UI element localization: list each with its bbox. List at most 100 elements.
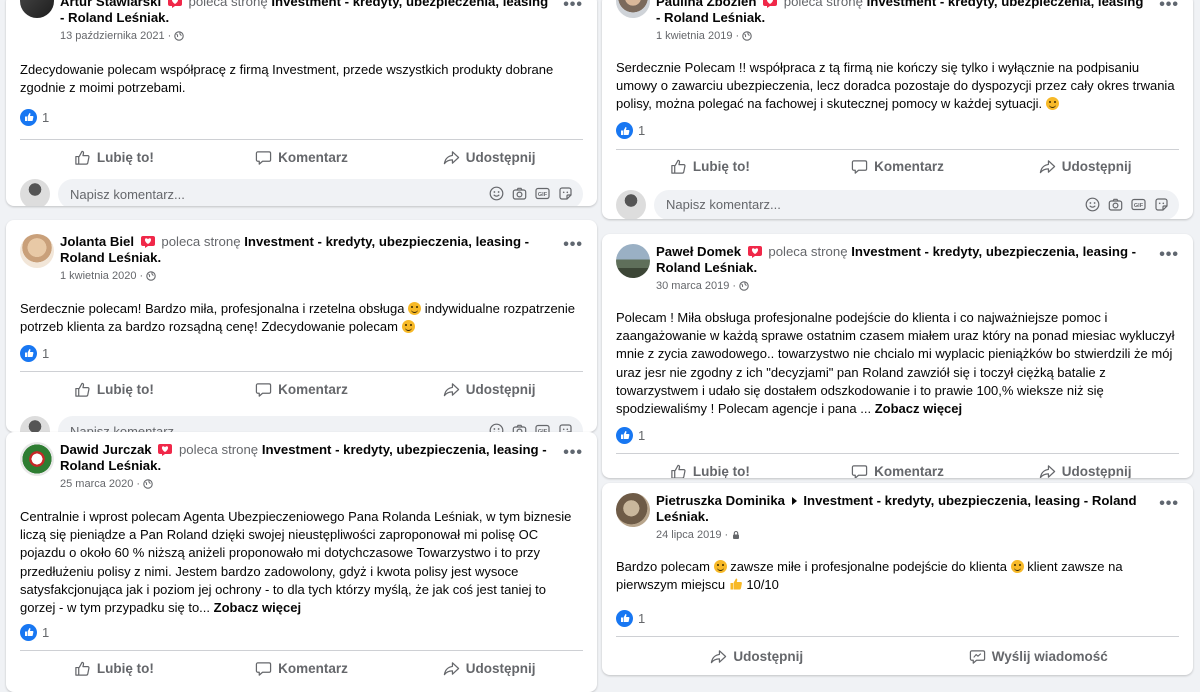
reaction-count[interactable]: 1: [638, 611, 645, 626]
avatar[interactable]: [20, 0, 54, 18]
comment-icon: [851, 464, 868, 478]
gif-icon[interactable]: GIF: [535, 186, 550, 201]
post-date[interactable]: 1 kwietnia 2019: [656, 29, 732, 43]
more-options-button[interactable]: •••: [1159, 495, 1179, 513]
recommend-icon: [747, 246, 762, 258]
see-more-link[interactable]: Zobacz więcej: [875, 401, 962, 416]
post-date[interactable]: 13 października 2021: [60, 29, 165, 43]
recommends-text: poleca stronę: [768, 244, 848, 259]
comment-icon: [255, 661, 272, 676]
like-reaction-icon: [616, 609, 633, 627]
comment-button[interactable]: Komentarz: [804, 152, 992, 182]
lock-icon: [733, 531, 740, 539]
like-button[interactable]: Lubię to!: [616, 152, 804, 182]
divider: [616, 636, 1179, 638]
smile-emoji-icon: [1010, 560, 1024, 573]
author-name[interactable]: Paulina Zbozień: [656, 0, 756, 9]
avatar[interactable]: [20, 442, 54, 476]
author-name[interactable]: Pietruszka Dominika: [656, 493, 785, 508]
share-icon: [443, 383, 459, 397]
author-name[interactable]: Paweł Domek: [656, 244, 741, 259]
avatar[interactable]: [616, 493, 650, 527]
share-button[interactable]: Udostępnij: [616, 641, 898, 671]
post-card-pawel: Paweł Domek poleca stronę Investment - k…: [602, 234, 1193, 478]
svg-text:GIF: GIF: [1134, 203, 1144, 209]
like-label: Lubię to!: [96, 149, 154, 165]
more-options-button[interactable]: •••: [563, 0, 583, 14]
share-button[interactable]: Udostępnij: [991, 456, 1179, 478]
share-label: Udostępnij: [1061, 463, 1132, 478]
post-card-dawid: Dawid Jurczak poleca stronę Investment -…: [6, 432, 597, 692]
reaction-count[interactable]: 1: [638, 428, 645, 443]
share-label: Udostępnij: [465, 381, 536, 397]
share-label: Udostępnij: [465, 660, 536, 676]
gif-icon[interactable]: GIF: [1131, 197, 1146, 212]
globe-icon: [143, 479, 153, 489]
like-label: Lubię to!: [692, 463, 750, 478]
camera-icon[interactable]: [1108, 197, 1123, 212]
recommends-text: poleca stronę: [178, 442, 259, 457]
avatar[interactable]: [616, 244, 650, 278]
svg-text:GIF: GIF: [538, 192, 548, 198]
recommend-icon: [140, 236, 155, 248]
sticker-icon[interactable]: [1154, 197, 1169, 212]
more-options-button[interactable]: •••: [563, 444, 583, 462]
avatar[interactable]: [20, 234, 54, 268]
author-name[interactable]: Jolanta Biel: [60, 234, 134, 249]
emoji-icon[interactable]: [489, 186, 504, 201]
post-text: Bardzo polecam zawsze miłe i profesjonal…: [616, 559, 1123, 593]
author-name[interactable]: Dawid Jurczak: [60, 442, 152, 457]
like-button[interactable]: Lubię to!: [20, 142, 208, 172]
more-options-button[interactable]: •••: [563, 236, 583, 254]
thumbs-up-icon: [75, 150, 90, 165]
recommend-icon: [167, 0, 182, 8]
like-label: Lubię to!: [96, 381, 154, 397]
camera-icon[interactable]: [512, 186, 527, 201]
globe-icon: [742, 31, 752, 41]
see-more-link[interactable]: Zobacz więcej: [214, 600, 301, 615]
divider: [20, 139, 583, 141]
emoji-icon[interactable]: [1085, 197, 1100, 212]
like-button[interactable]: Lubię to!: [616, 456, 804, 478]
post-card-paulina: Paulina Zbozień poleca stronę Investment…: [602, 0, 1193, 219]
reaction-count[interactable]: 1: [638, 123, 645, 138]
send-message-button[interactable]: Wyślij wiadomość: [898, 641, 1180, 671]
thumbs-up-icon: [75, 382, 90, 397]
post-date[interactable]: 25 marca 2020: [60, 477, 133, 491]
reaction-count[interactable]: 1: [42, 346, 49, 361]
sticker-icon[interactable]: [558, 186, 573, 201]
comment-button[interactable]: Komentarz: [208, 142, 396, 172]
reaction-count[interactable]: 1: [42, 110, 49, 125]
sticker-icon[interactable]: [558, 423, 573, 432]
post-date[interactable]: 1 kwietnia 2020: [60, 269, 136, 283]
recommend-icon: [158, 444, 173, 456]
comment-button[interactable]: Komentarz: [208, 653, 396, 683]
share-button[interactable]: Udostępnij: [395, 653, 583, 683]
send-message-label: Wyślij wiadomość: [991, 648, 1108, 664]
more-options-button[interactable]: •••: [1159, 0, 1179, 14]
author-name[interactable]: Artur Stawiarski: [60, 0, 161, 9]
like-button[interactable]: Lubię to!: [20, 374, 208, 404]
share-button[interactable]: Udostępnij: [395, 374, 583, 404]
comment-button[interactable]: Komentarz: [208, 374, 396, 404]
comment-label: Komentarz: [278, 660, 348, 676]
comment-button[interactable]: Komentarz: [804, 456, 992, 478]
like-button[interactable]: Lubię to!: [20, 653, 208, 683]
like-reaction-icon: [20, 623, 37, 641]
emoji-icon[interactable]: [489, 423, 504, 432]
share-button[interactable]: Udostępnij: [991, 152, 1179, 182]
post-date[interactable]: 24 lipca 2019: [656, 528, 721, 542]
more-options-button[interactable]: •••: [1159, 246, 1179, 264]
comment-label: Komentarz: [278, 149, 348, 165]
gif-icon[interactable]: GIF: [535, 423, 550, 432]
recommends-text: poleca stronę: [188, 0, 268, 9]
commenter-avatar: [616, 189, 646, 219]
reaction-count[interactable]: 1: [42, 625, 49, 640]
share-button[interactable]: Udostępnij: [395, 142, 583, 172]
recommends-text: poleca stronę: [783, 0, 863, 9]
comment-label: Komentarz: [874, 463, 944, 478]
avatar[interactable]: [616, 0, 650, 18]
camera-icon[interactable]: [512, 423, 527, 432]
messenger-icon: [969, 650, 985, 664]
post-date[interactable]: 30 marca 2019: [656, 279, 729, 293]
